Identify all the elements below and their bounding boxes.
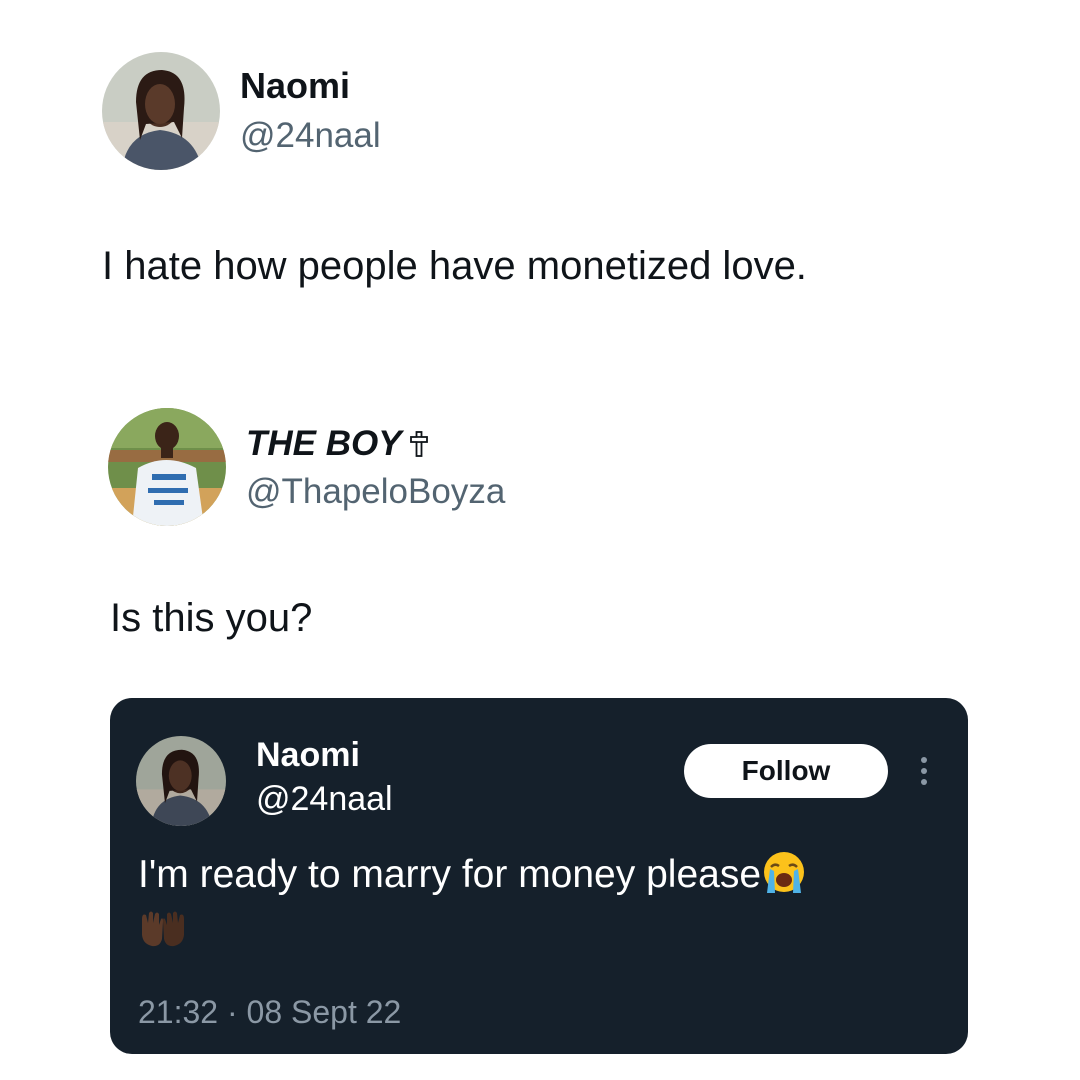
- tweet-text: Is this you?: [110, 596, 313, 640]
- tweet-timestamp[interactable]: 21:32 · 08 Sept 22: [138, 992, 401, 1032]
- tweet-text-content: I'm ready to marry for money please: [138, 853, 762, 896]
- author-name[interactable]: Naomi: [240, 64, 350, 108]
- author-handle[interactable]: @24naal: [256, 778, 393, 820]
- avatar-image: [102, 52, 220, 170]
- author-handle[interactable]: @24naal: [240, 114, 381, 158]
- follow-button[interactable]: Follow: [684, 744, 888, 798]
- avatar[interactable]: [136, 736, 226, 826]
- avatar-image: [108, 408, 226, 526]
- author-handle[interactable]: @ThapeloBoyza: [246, 470, 505, 514]
- author-name[interactable]: Naomi: [256, 734, 360, 776]
- author-name[interactable]: THE BOY: [246, 422, 428, 466]
- avatar[interactable]: [108, 408, 226, 526]
- quoted-tweet-card[interactable]: Naomi @24naal Follow I'm ready to marry …: [110, 698, 968, 1054]
- palms-up-together-emoji: [142, 911, 184, 947]
- author-name-text: THE BOY: [246, 424, 402, 463]
- tweet-text: I hate how people have monetized love.: [102, 244, 807, 288]
- tweet-text: I'm ready to marry for money please: [138, 848, 938, 956]
- latin-cross-icon: [409, 431, 428, 457]
- vertical-ellipsis-icon[interactable]: [916, 756, 932, 786]
- crying-face-emoji: [764, 852, 805, 893]
- avatar-image: [136, 736, 226, 826]
- avatar[interactable]: [102, 52, 220, 170]
